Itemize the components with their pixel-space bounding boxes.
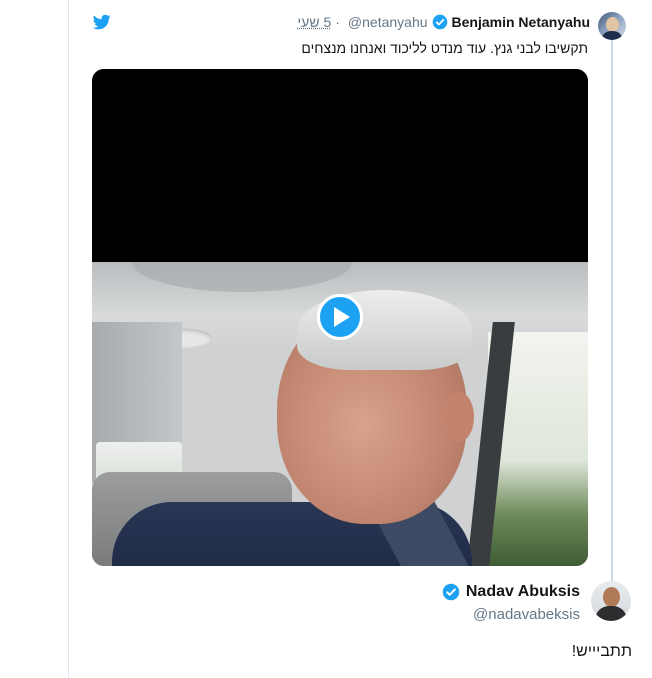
play-button[interactable]: [317, 294, 363, 340]
reply-author-handle[interactable]: @nadavabeksis: [473, 606, 580, 623]
quoted-tweet-header: Benjamin Netanyahu @netanyahu · 5 שעי: [298, 14, 590, 30]
reply-author-name[interactable]: Nadav Abuksis: [466, 583, 580, 601]
reply-tweet-text: תתביייש!: [571, 643, 632, 660]
tweet-timestamp[interactable]: 5 שעי: [298, 14, 332, 30]
quoted-author-handle[interactable]: @netanyahu: [348, 14, 428, 30]
video-letterbox: [92, 69, 588, 262]
verified-badge-icon: [442, 583, 460, 601]
play-icon: [334, 307, 350, 327]
thread-connector-line: [611, 38, 613, 582]
quoted-author-name[interactable]: Benjamin Netanyahu: [452, 14, 590, 30]
video-player[interactable]: [92, 69, 588, 566]
reply-author-row: Nadav Abuksis: [442, 583, 580, 601]
twitter-bird-icon[interactable]: [93, 13, 111, 31]
netanyahu-avatar[interactable]: [598, 12, 626, 40]
verified-badge-icon: [432, 14, 447, 30]
quoted-tweet-text: תקשיבו לבני גנץ. עוד מנדט לליכוד ואנחנו …: [301, 40, 588, 56]
separator-dot: ·: [335, 14, 340, 30]
nadav-avatar[interactable]: [591, 581, 631, 621]
